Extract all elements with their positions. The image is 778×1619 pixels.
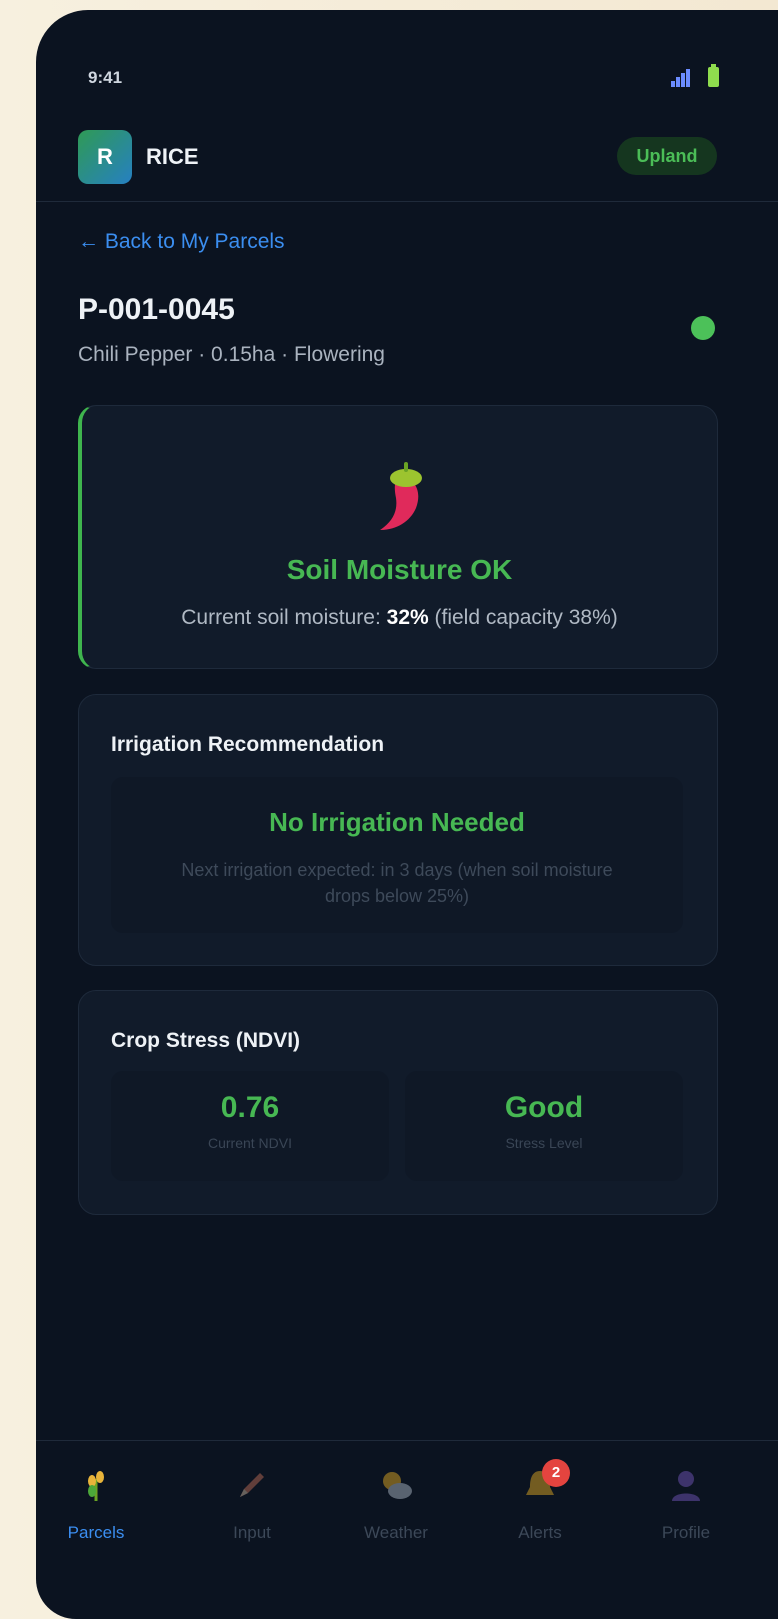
region-badge: Upland <box>617 137 717 175</box>
moisture-description: Current soil moisture: 32% (field capaci… <box>181 606 618 629</box>
app-logo: R <box>78 130 132 184</box>
parcel-meta: Chili Pepper · 0.15ha · Flowering <box>78 343 385 366</box>
nav-label-weather: Weather <box>364 1523 428 1542</box>
irrigation-status: No Irrigation Needed <box>269 807 525 837</box>
nav-item-weather[interactable]: Weather <box>336 1441 456 1571</box>
status-time: 9:41 <box>88 68 123 87</box>
soil-moisture-card: Soil Moisture OK Current soil moisture: … <box>78 405 718 669</box>
back-to-parcels-link[interactable]: ← Back to My Parcels <box>78 230 285 254</box>
ndvi-card: Crop Stress (NDVI) 0.76 Current NDVI Goo… <box>78 990 718 1215</box>
irrigation-status-box: No Irrigation Needed Next irrigation exp… <box>111 777 683 933</box>
nav-item-profile[interactable]: Profile <box>626 1441 746 1571</box>
nav-label-parcels: Parcels <box>67 1523 125 1542</box>
parcel-status-dot <box>691 316 715 340</box>
irrigation-card-title: Irrigation Recommendation <box>111 733 385 756</box>
stress-value: Good <box>504 1091 584 1124</box>
ndvi-value: 0.76 <box>220 1091 280 1124</box>
nav-item-parcels[interactable]: Parcels <box>36 1441 156 1571</box>
nav-label-profile: Profile <box>661 1523 711 1542</box>
user-icon <box>672 1471 700 1501</box>
phone-frame: 9:41 R RICE Upland ← Back to My Parcels … <box>36 10 778 1619</box>
moisture-value: 32% <box>386 606 429 629</box>
parcel-id: P-001-0045 <box>78 293 235 326</box>
pencil-icon <box>240 1473 264 1497</box>
stress-level-box: Good Stress Level <box>405 1071 683 1181</box>
status-bar: 9:41 <box>36 10 778 120</box>
bottom-nav: Parcels Input Weather 2 Alerts Profile <box>36 1440 778 1619</box>
ndvi-current-box: 0.76 Current NDVI <box>111 1071 389 1181</box>
ndvi-card-title: Crop Stress (NDVI) <box>111 1029 301 1052</box>
stress-label: Stress Level <box>505 1135 583 1151</box>
ndvi-label: Current NDVI <box>207 1135 293 1151</box>
app-header: R RICE Upland <box>36 120 778 202</box>
alerts-count-badge: 2 <box>542 1459 570 1487</box>
nav-item-input[interactable]: Input <box>192 1441 312 1571</box>
cloud-sun-icon <box>383 1472 412 1499</box>
nav-label-input: Input <box>233 1523 271 1542</box>
app-title: RICE <box>146 144 199 169</box>
irrigation-card: Irrigation Recommendation No Irrigation … <box>78 694 718 966</box>
signal-icon <box>671 69 691 87</box>
chili-pepper-icon <box>380 462 422 530</box>
nav-label-alerts: Alerts <box>518 1523 562 1542</box>
battery-icon <box>708 64 719 87</box>
irrigation-description: Next irrigation expected: in 3 days (whe… <box>181 860 613 906</box>
nav-item-alerts[interactable]: 2 Alerts <box>480 1441 600 1571</box>
wheat-icon <box>88 1471 104 1501</box>
moisture-status-title: Soil Moisture OK <box>286 554 513 585</box>
